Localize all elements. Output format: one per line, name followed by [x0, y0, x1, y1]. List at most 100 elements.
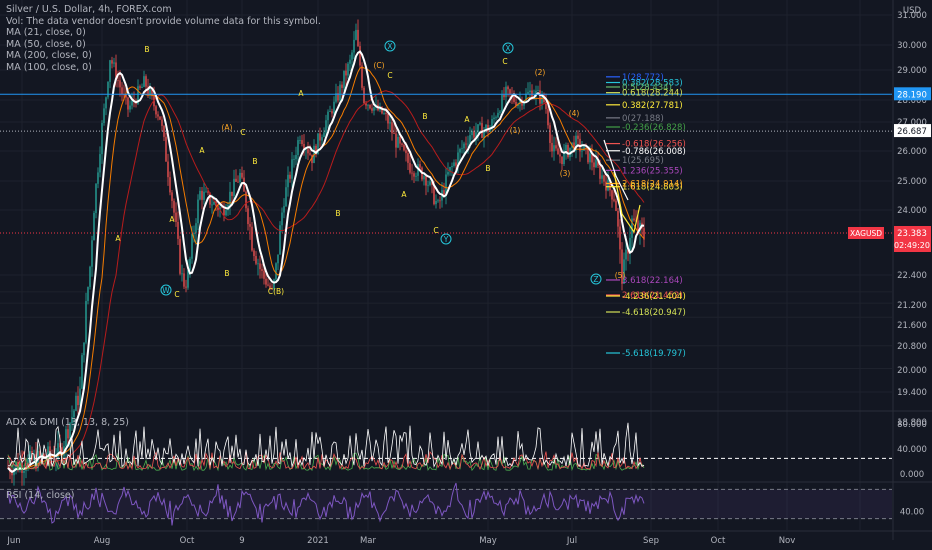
- price-tick-13: 19.400: [897, 388, 927, 398]
- ma200-legend[interactable]: MA (200, close, 0): [6, 50, 321, 62]
- volume-note: Vol: The data vendor doesn't provide vol…: [6, 15, 321, 27]
- time-label-1: Aug: [94, 536, 111, 546]
- wave-label-4: A: [199, 146, 205, 155]
- symbol-title[interactable]: Silver / U.S. Dollar, 4h, FOREX.com: [6, 4, 321, 16]
- candle-body: [549, 125, 551, 143]
- candle-body: [95, 183, 97, 213]
- time-label-2: Oct: [180, 536, 195, 546]
- candle-body: [615, 200, 617, 211]
- wave-label-6: W: [162, 286, 170, 295]
- candle-body: [589, 153, 591, 163]
- candle-body: [463, 143, 465, 149]
- candle-body: [87, 286, 89, 301]
- candle-body: [281, 212, 283, 226]
- chart-canvas[interactable]: 1(28.772)0.382(28.583)0.5(28.434)0.618(2…: [0, 0, 932, 550]
- candle-body: [423, 176, 425, 180]
- candle-body: [349, 59, 351, 64]
- candle-body: [465, 143, 467, 145]
- time-label-3: 9: [239, 536, 244, 546]
- last-price-text: 23.383: [897, 229, 927, 239]
- symbol-tag-text: XAGUSD: [850, 229, 882, 238]
- candle-body: [143, 76, 145, 87]
- candle-body: [119, 80, 121, 88]
- wave-label-22: C: [502, 57, 507, 66]
- candle-body: [529, 90, 531, 93]
- candle-body: [561, 156, 563, 165]
- candle-body: [505, 86, 507, 98]
- candle-body: [613, 199, 615, 201]
- candle-body: [409, 162, 411, 173]
- ma21-legend[interactable]: MA (21, close, 0): [6, 27, 321, 39]
- ma50-legend[interactable]: MA (50, close, 0): [6, 39, 321, 51]
- candle-body: [323, 132, 325, 138]
- candle-body: [301, 140, 303, 144]
- candle-body: [275, 263, 277, 280]
- candle-body: [527, 92, 529, 94]
- candle-body: [339, 84, 341, 101]
- rsi-panel-label[interactable]: RSI (14, close): [6, 490, 74, 501]
- candle-body: [547, 109, 549, 126]
- time-label-10: Nov: [779, 536, 796, 546]
- candle-body: [121, 87, 123, 95]
- candle-body: [81, 355, 83, 389]
- candle-body: [293, 159, 295, 160]
- wave-label-17: A: [401, 190, 407, 199]
- candle-body: [175, 212, 177, 222]
- ma100-legend[interactable]: MA (100, close, 0): [6, 62, 321, 74]
- candle-body: [355, 29, 357, 40]
- candle-body: [161, 119, 163, 126]
- candle-body: [425, 176, 427, 186]
- time-label-4: 2021: [307, 536, 329, 546]
- candle-body: [263, 270, 265, 279]
- candle-body: [197, 199, 199, 224]
- candle-body: [159, 116, 161, 120]
- candle-body: [367, 104, 369, 106]
- wave-label-15: X: [387, 42, 392, 51]
- candle-body: [537, 90, 539, 92]
- candle-body: [261, 269, 263, 271]
- candle-body: [415, 175, 417, 177]
- candle-body: [191, 233, 193, 259]
- price-tick-8: 22.400: [897, 271, 927, 281]
- candle-body: [139, 86, 141, 88]
- candle-body: [285, 187, 287, 207]
- price-tick-low-1: 21.600: [897, 321, 927, 331]
- candle-body: [497, 112, 499, 118]
- candle-body: [391, 122, 393, 134]
- candle-body: [93, 212, 95, 241]
- candle-body: [583, 145, 585, 151]
- time-label-8: Sep: [643, 536, 659, 546]
- candle-body: [403, 144, 405, 151]
- candle-body: [277, 254, 279, 264]
- candle-body: [165, 136, 167, 162]
- candle-body: [473, 131, 475, 138]
- candle-body: [509, 89, 511, 95]
- fib-label-6: -0.236(26.828): [622, 123, 686, 133]
- candle-body: [157, 114, 159, 117]
- candle-body: [363, 87, 365, 104]
- wave-label-20: A: [464, 115, 470, 124]
- candle-body: [141, 86, 143, 88]
- candle-body: [333, 101, 335, 114]
- candle-body: [205, 191, 207, 193]
- candle-body: [459, 149, 461, 153]
- candle-body: [101, 123, 103, 155]
- candle-body: [625, 249, 627, 260]
- candle-body: [77, 395, 79, 406]
- candle-body: [237, 181, 239, 183]
- candle-body: [265, 278, 267, 285]
- candle-body: [73, 410, 75, 417]
- adx-panel-label[interactable]: ADX & DMI (13, 13, 8, 25): [6, 417, 129, 428]
- candle-body: [565, 144, 567, 151]
- candle-body: [551, 142, 553, 152]
- candle-body: [343, 70, 345, 88]
- candle-body: [181, 273, 183, 275]
- candle-body: [97, 172, 99, 184]
- wave-label-5: B: [252, 157, 257, 166]
- candle-body: [411, 172, 413, 174]
- candle-body: [387, 113, 389, 124]
- candle-body: [399, 136, 401, 144]
- candle-body: [89, 266, 91, 287]
- candle-body: [389, 122, 391, 124]
- candle-body: [235, 178, 237, 182]
